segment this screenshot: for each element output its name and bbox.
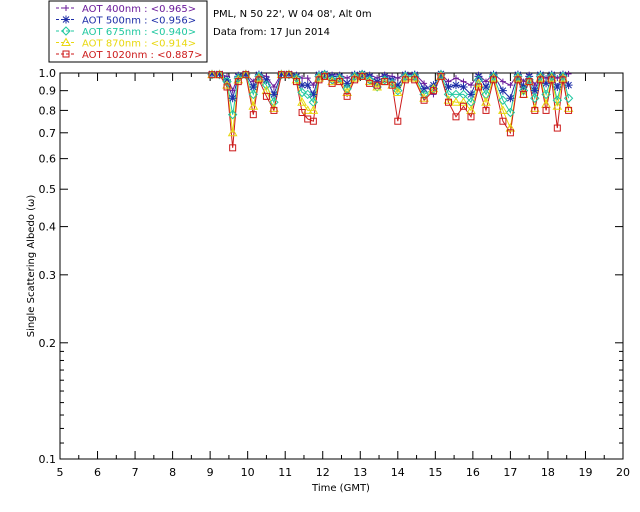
y-axis-label: Single Scattering Albedo (ω) bbox=[26, 195, 37, 338]
x-tick-label: 7 bbox=[132, 466, 139, 479]
data-point bbox=[530, 86, 539, 95]
x-tick-label: 16 bbox=[466, 466, 480, 479]
data-point bbox=[420, 84, 429, 93]
x-tick-label: 20 bbox=[616, 466, 630, 479]
legend-marker bbox=[62, 15, 70, 24]
y-axis: 0.1 0.2 0.3 0.4 0.5 0.6 0.7 0.8 0.9 1.0 bbox=[39, 67, 623, 466]
y-tick-label: 0.8 bbox=[39, 104, 57, 117]
y-tick-label: 1.0 bbox=[39, 67, 57, 80]
legend-label: AOT 675nm : <0.940> bbox=[82, 27, 196, 38]
y-tick-label: 0.7 bbox=[39, 127, 57, 140]
data-point bbox=[269, 90, 278, 99]
location-text: PML, N 50 22', W 04 08', Alt 0m bbox=[213, 9, 372, 20]
x-tick-label: 19 bbox=[578, 466, 592, 479]
x-tick-label: 9 bbox=[207, 466, 214, 479]
data-point bbox=[553, 82, 562, 91]
data-point bbox=[506, 94, 515, 103]
legend-label: AOT 500nm : <0.956> bbox=[82, 16, 196, 27]
x-tick-label: 18 bbox=[541, 466, 555, 479]
data-point bbox=[343, 79, 352, 88]
plot-frame bbox=[59, 72, 624, 460]
y-tick-label: 0.6 bbox=[39, 153, 57, 166]
x-tick-label: 15 bbox=[428, 466, 442, 479]
y-tick-label: 0.1 bbox=[39, 453, 57, 466]
x-tick-label: 10 bbox=[241, 466, 255, 479]
data-point bbox=[498, 86, 507, 95]
x-tick-label: 5 bbox=[57, 466, 64, 479]
x-tick-label: 12 bbox=[316, 466, 330, 479]
x-tick-label: 11 bbox=[278, 466, 292, 479]
data-point bbox=[303, 81, 312, 90]
legend: AOT 400nm : <0.965>AOT 500nm : <0.956>AO… bbox=[48, 0, 208, 63]
legend-label: AOT 1020nm : <0.887> bbox=[82, 50, 202, 61]
data-point bbox=[309, 90, 318, 99]
data-point bbox=[228, 94, 237, 103]
x-tick-label: 14 bbox=[391, 466, 405, 479]
x-tick-label: 6 bbox=[94, 466, 101, 479]
x-axis: 5 6 7 8 9 10 11 12 13 14 15 16 17 18 19 20 bbox=[57, 73, 630, 479]
x-tick-label: 17 bbox=[503, 466, 517, 479]
data-point bbox=[262, 75, 271, 84]
y-tick-label: 0.2 bbox=[39, 337, 57, 350]
chart: AOT 400nm : <0.965>AOT 500nm : <0.956>AO… bbox=[26, 0, 630, 494]
x-axis-label: Time (GMT) bbox=[311, 483, 370, 494]
y-tick-label: 0.3 bbox=[39, 269, 57, 282]
data-point bbox=[507, 82, 514, 89]
legend-label: AOT 870nm : <0.914> bbox=[82, 39, 196, 50]
x-tick-label: 13 bbox=[353, 466, 367, 479]
y-tick-label: 0.5 bbox=[39, 183, 57, 196]
date-text: Data from: 17 Jun 2014 bbox=[213, 27, 330, 38]
legend-label: AOT 400nm : <0.965> bbox=[82, 4, 196, 15]
y-tick-label: 0.9 bbox=[39, 85, 57, 98]
y-tick-label: 0.4 bbox=[39, 221, 57, 234]
data-point bbox=[451, 81, 460, 90]
x-tick-label: 8 bbox=[169, 466, 176, 479]
